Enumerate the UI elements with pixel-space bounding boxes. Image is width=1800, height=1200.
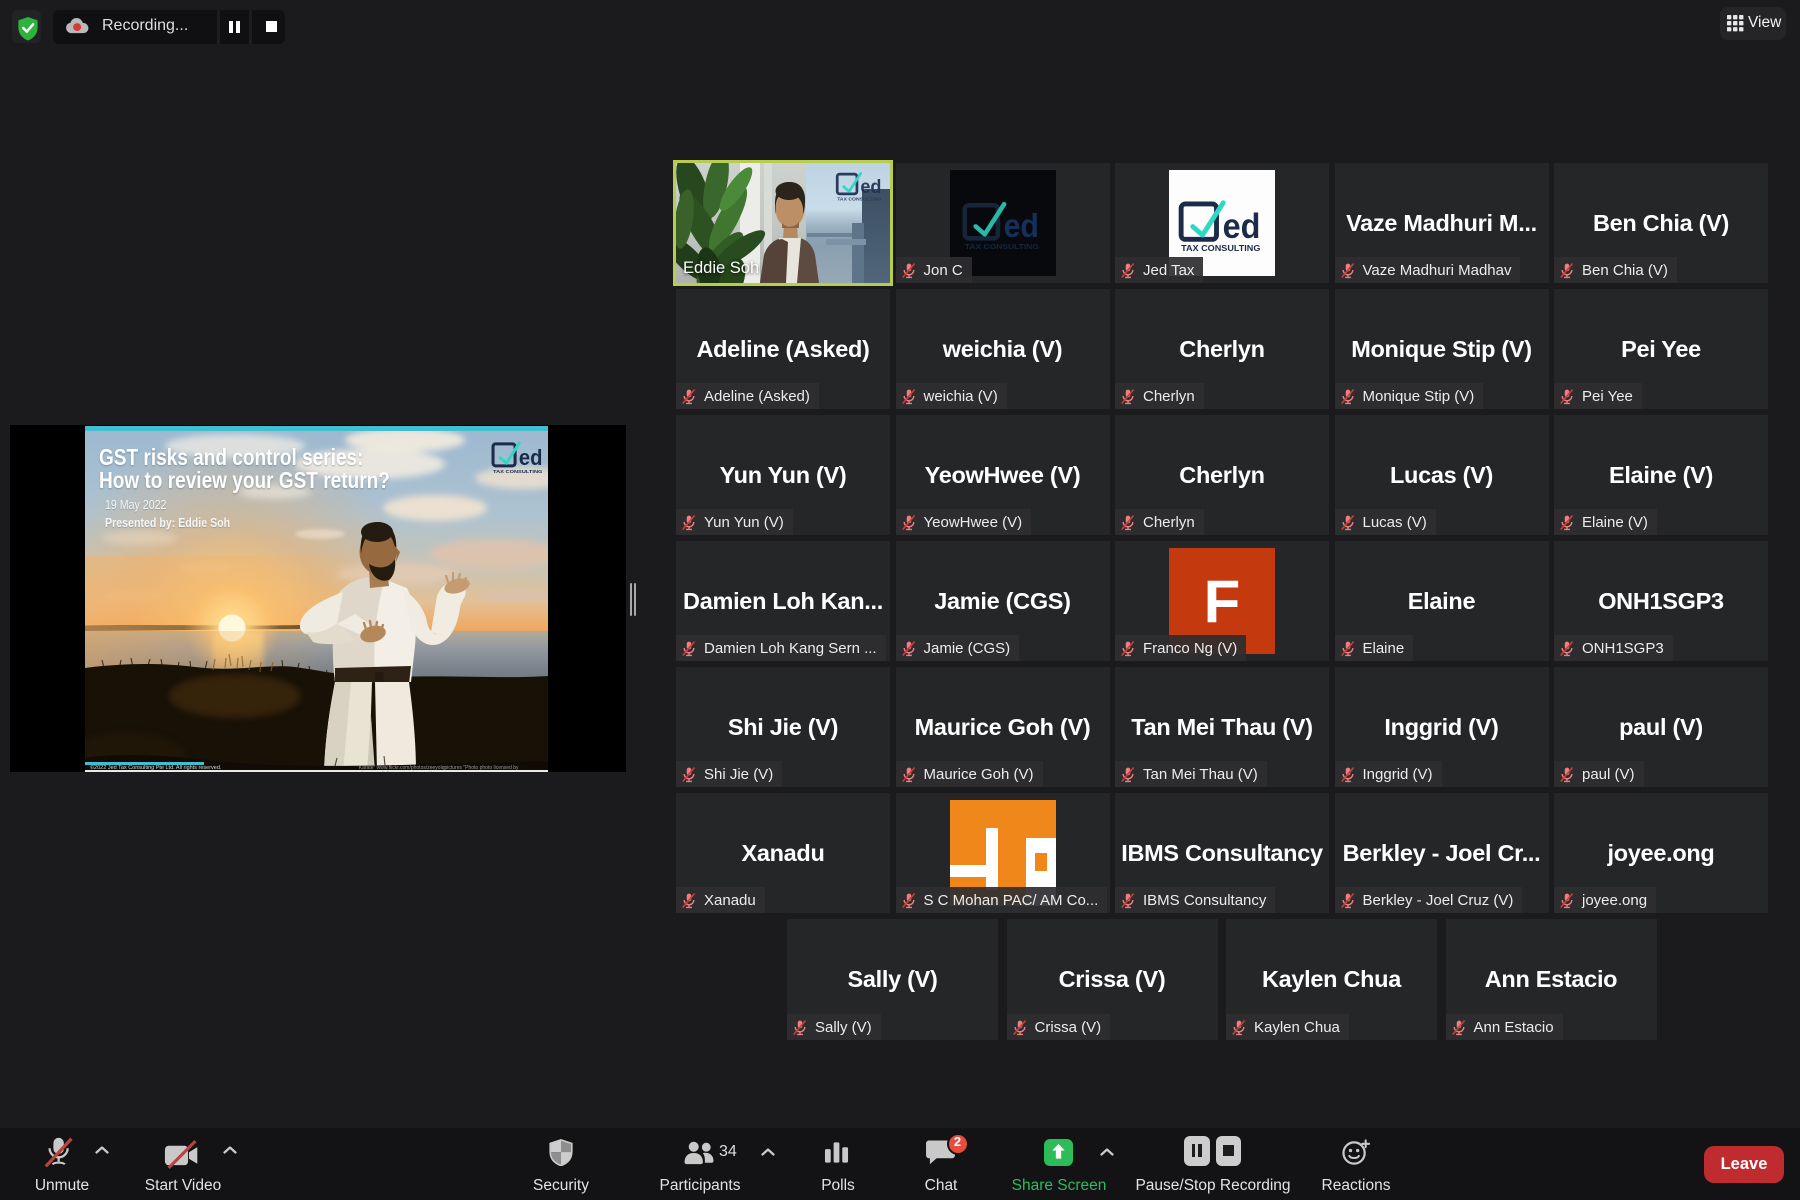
svg-text:TAX CONSULTING: TAX CONSULTING (493, 469, 543, 475)
svg-text:TAX CONSULTING: TAX CONSULTING (837, 196, 882, 201)
svg-text:ed: ed (1003, 208, 1038, 245)
svg-text:TAX CONSULTING: TAX CONSULTING (1181, 243, 1260, 252)
svg-text:TAX CONSULTING: TAX CONSULTING (964, 242, 1038, 251)
svg-text:ed: ed (519, 445, 543, 470)
svg-text:ed: ed (860, 176, 881, 198)
svg-text:ed: ed (1223, 207, 1261, 246)
